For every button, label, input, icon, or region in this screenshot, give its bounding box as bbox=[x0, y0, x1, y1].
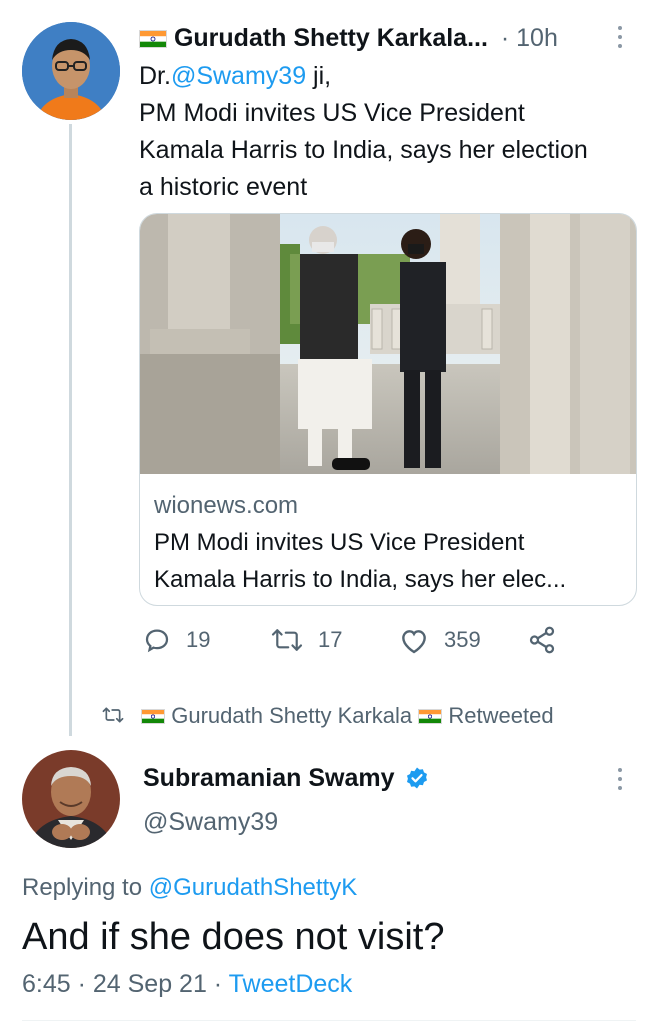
avatar-swamy[interactable] bbox=[22, 750, 120, 848]
like-button[interactable]: 359 bbox=[398, 625, 481, 655]
tweet2-text: And if she does not visit? bbox=[22, 916, 445, 958]
tweet1-suffix: ji, bbox=[306, 62, 332, 90]
retweet-count: 17 bbox=[318, 627, 343, 652]
tweet2-header: Subramanian Swamy bbox=[143, 764, 429, 793]
tweet2-meta: 6:45 · 24 Sep 21 · TweetDeck bbox=[22, 970, 352, 999]
mention-gurudathshettyk[interactable]: @GurudathShettyK bbox=[149, 874, 357, 901]
tweet1-text-line: Kamala Harris to India, says her electio… bbox=[139, 136, 588, 164]
retweet-banner[interactable]: Gurudath Shetty Karkala Retweeted bbox=[101, 703, 554, 729]
more-options-icon[interactable] bbox=[616, 768, 624, 790]
card-title-line: PM Modi invites US Vice President bbox=[154, 529, 525, 556]
share-button[interactable] bbox=[527, 625, 557, 655]
tweet1-display-name[interactable]: Gurudath Shetty Karkala... bbox=[174, 24, 488, 52]
tweet2-timestamp[interactable]: 6:45 · 24 Sep 21 · bbox=[22, 970, 229, 998]
retweeter-name[interactable]: Gurudath Shetty Karkala bbox=[171, 703, 412, 728]
replying-to-label: Replying to bbox=[22, 874, 149, 901]
tweet2-handle[interactable]: @Swamy39 bbox=[143, 808, 278, 837]
india-flag-icon bbox=[141, 709, 166, 724]
reply-count: 19 bbox=[186, 627, 211, 652]
tweet1-body: Dr.@Swamy39 ji, PM Modi invites US Vice … bbox=[139, 58, 588, 206]
share-icon bbox=[529, 626, 555, 654]
tweet1-timestamp[interactable]: · 10h bbox=[501, 24, 558, 52]
tweet1-text-line: a historic event bbox=[139, 173, 308, 201]
tweet1-text-line: PM Modi invites US Vice President bbox=[139, 99, 525, 127]
retweet-button[interactable]: 17 bbox=[270, 625, 342, 655]
retweet-icon bbox=[271, 629, 303, 651]
retweet-icon bbox=[102, 707, 124, 723]
tweet1-header: Gurudath Shetty Karkala... · 10h bbox=[139, 24, 558, 53]
card-title-line: Kamala Harris to India, says her elec... bbox=[154, 566, 567, 593]
card-image[interactable] bbox=[140, 214, 636, 474]
india-flag-icon bbox=[139, 30, 167, 48]
like-count: 359 bbox=[444, 627, 481, 652]
thread-connector bbox=[69, 124, 72, 736]
replying-to: Replying to @GurudathShettyK bbox=[22, 874, 357, 902]
like-icon bbox=[402, 630, 426, 654]
reply-button[interactable]: 19 bbox=[142, 625, 210, 655]
link-preview-card[interactable]: wionews.com PM Modi invites US Vice Pres… bbox=[139, 213, 637, 606]
tweet1-prefix: Dr. bbox=[139, 62, 171, 90]
retweeted-label: Retweeted bbox=[448, 703, 554, 728]
reply-icon bbox=[145, 629, 169, 653]
more-options-icon[interactable] bbox=[616, 26, 624, 48]
tweet2-display-name[interactable]: Subramanian Swamy bbox=[143, 764, 394, 792]
tweet2-source[interactable]: TweetDeck bbox=[229, 970, 353, 998]
avatar-gurudath[interactable] bbox=[22, 22, 120, 120]
card-domain: wionews.com bbox=[154, 492, 299, 519]
divider bbox=[22, 1020, 636, 1021]
verified-badge-icon bbox=[407, 767, 428, 789]
card-title: PM Modi invites US Vice President Kamala… bbox=[154, 524, 566, 598]
india-flag-icon bbox=[418, 709, 443, 724]
mention-swamy39[interactable]: @Swamy39 bbox=[171, 62, 306, 90]
tweet1-line-1: Dr.@Swamy39 ji, bbox=[139, 58, 588, 95]
